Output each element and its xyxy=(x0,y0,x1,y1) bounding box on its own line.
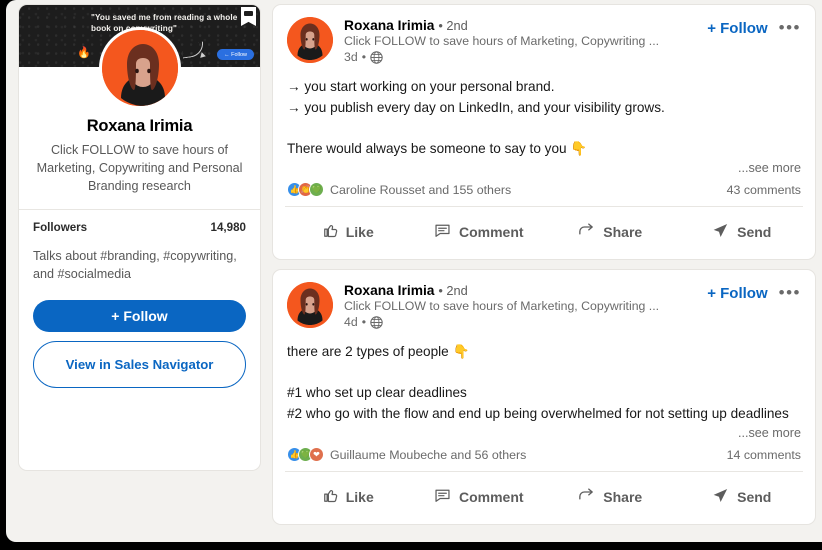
device-frame: "You saved me from reading a whole book … xyxy=(0,0,822,550)
post-author-name[interactable]: Roxana Irimia xyxy=(344,18,434,33)
post-feed: Roxana Irimia • 2nd Click FOLLOW to save… xyxy=(272,4,816,534)
post-action-bar: Like Comment Share Send xyxy=(273,472,815,524)
post-timestamp: 4d xyxy=(344,315,358,329)
reactions-group[interactable]: 👍 👏 💚 Caroline Rousset and 155 others xyxy=(287,182,511,197)
reaction-icons: 👍 👏 💚 xyxy=(287,182,324,197)
banner-emoji: 🔥 xyxy=(77,47,91,59)
send-paper-plane-icon xyxy=(711,221,730,243)
post-card: Roxana Irimia • 2nd Click FOLLOW to save… xyxy=(272,269,816,525)
post-author-avatar[interactable] xyxy=(287,17,333,63)
banner-quote-text: "You saved me from reading a whole book … xyxy=(91,13,238,33)
post-author-degree: • 2nd xyxy=(438,18,468,33)
post-card: Roxana Irimia • 2nd Click FOLLOW to save… xyxy=(272,4,816,260)
post-header-actions: + Follow ••• xyxy=(707,17,801,37)
followers-count: 14,980 xyxy=(210,221,246,234)
comment-button-label: Comment xyxy=(458,224,524,240)
post-author-headline: Click FOLLOW to save hours of Marketing,… xyxy=(344,299,660,313)
post-header: Roxana Irimia • 2nd Click FOLLOW to save… xyxy=(273,5,815,64)
comments-count[interactable]: 43 comments xyxy=(727,183,801,197)
reaction-names-text[interactable]: Guillaume Moubeche and 56 others xyxy=(330,448,526,462)
post-meta: 4d • xyxy=(344,315,707,329)
profile-follow-button[interactable]: + Follow xyxy=(33,300,246,332)
post-timestamp: 3d xyxy=(344,50,358,64)
post-more-options-icon[interactable]: ••• xyxy=(779,19,801,36)
share-button-label: Share xyxy=(603,224,643,240)
like-button[interactable]: Like xyxy=(281,212,413,252)
share-button[interactable]: Share xyxy=(544,477,676,517)
profile-headline: Click FOLLOW to save hours of Marketing,… xyxy=(36,143,243,193)
banner-follow-badge: ← Follow xyxy=(217,49,254,60)
comment-bubble-icon xyxy=(433,221,452,243)
reaction-love-icon: ❤ xyxy=(309,447,324,462)
reaction-names-text[interactable]: Caroline Rousset and 155 others xyxy=(330,183,511,197)
profile-card: "You saved me from reading a whole book … xyxy=(18,4,261,471)
post-author-avatar[interactable] xyxy=(287,282,333,328)
thumbs-up-icon xyxy=(320,221,339,243)
linkedin-page: "You saved me from reading a whole book … xyxy=(6,0,822,542)
comments-count[interactable]: 14 comments xyxy=(727,448,801,462)
bookmark-badge-icon xyxy=(241,7,256,26)
post-author-degree: • 2nd xyxy=(438,283,468,298)
send-button-label: Send xyxy=(737,489,772,505)
comment-button[interactable]: Comment xyxy=(413,477,545,517)
post-header: Roxana Irimia • 2nd Click FOLLOW to save… xyxy=(273,270,815,329)
post-social-counts: 👍 💚 ❤ Guillaume Moubeche and 56 others 1… xyxy=(273,440,815,471)
post-body-text: there are 2 types of people 👇 #1 who set… xyxy=(287,344,789,421)
comment-button[interactable]: Comment xyxy=(413,212,545,252)
send-button[interactable]: Send xyxy=(676,477,808,517)
send-paper-plane-icon xyxy=(711,486,730,508)
post-author-info: Roxana Irimia • 2nd Click FOLLOW to save… xyxy=(333,17,707,64)
post-author-line: Roxana Irimia • 2nd xyxy=(344,283,707,298)
post-author-name[interactable]: Roxana Irimia xyxy=(344,283,434,298)
post-more-options-icon[interactable]: ••• xyxy=(779,284,801,301)
post-action-bar: Like Comment Share Send xyxy=(273,207,815,259)
thumbs-up-icon xyxy=(320,486,339,508)
view-in-sales-navigator-button[interactable]: View in Sales Navigator xyxy=(33,341,246,388)
globe-icon xyxy=(370,315,383,329)
post-meta: 3d • xyxy=(344,50,707,64)
post-meta-separator: • xyxy=(361,50,366,64)
post-follow-button[interactable]: + Follow xyxy=(707,285,767,302)
see-more-link[interactable]: ...see more xyxy=(273,424,815,440)
profile-avatar[interactable] xyxy=(98,27,181,109)
post-social-counts: 👍 👏 💚 Caroline Rousset and 155 others 43… xyxy=(273,175,815,206)
post-header-actions: + Follow ••• xyxy=(707,282,801,302)
comment-button-label: Comment xyxy=(458,489,524,505)
share-button-label: Share xyxy=(603,489,643,505)
reaction-icons: 👍 💚 ❤ xyxy=(287,447,324,462)
curved-arrow-icon xyxy=(181,41,205,59)
post-author-headline: Click FOLLOW to save hours of Marketing,… xyxy=(344,34,660,48)
followers-row: Followers 14,980 xyxy=(19,210,260,234)
send-button-label: Send xyxy=(737,224,772,240)
talks-about-text: Talks about #branding, #copywriting, and… xyxy=(33,249,237,281)
like-button-label: Like xyxy=(345,489,374,505)
post-body-text: → you start working on your personal bra… xyxy=(287,79,665,156)
profile-name: Roxana Irimia xyxy=(86,117,193,135)
reactions-group[interactable]: 👍 💚 ❤ Guillaume Moubeche and 56 others xyxy=(287,447,526,462)
post-author-line: Roxana Irimia • 2nd xyxy=(344,18,707,33)
globe-icon xyxy=(370,50,383,64)
share-button[interactable]: Share xyxy=(544,212,676,252)
like-button[interactable]: Like xyxy=(281,477,413,517)
like-button-label: Like xyxy=(345,224,374,240)
share-arrow-icon xyxy=(577,486,596,508)
share-arrow-icon xyxy=(577,221,596,243)
post-meta-separator: • xyxy=(361,315,366,329)
see-more-link[interactable]: ...see more xyxy=(273,159,815,175)
followers-label: Followers xyxy=(33,221,88,234)
send-button[interactable]: Send xyxy=(676,212,808,252)
post-follow-button[interactable]: + Follow xyxy=(707,20,767,37)
post-author-info: Roxana Irimia • 2nd Click FOLLOW to save… xyxy=(333,282,707,329)
comment-bubble-icon xyxy=(433,486,452,508)
reaction-support-icon: 💚 xyxy=(309,182,324,197)
